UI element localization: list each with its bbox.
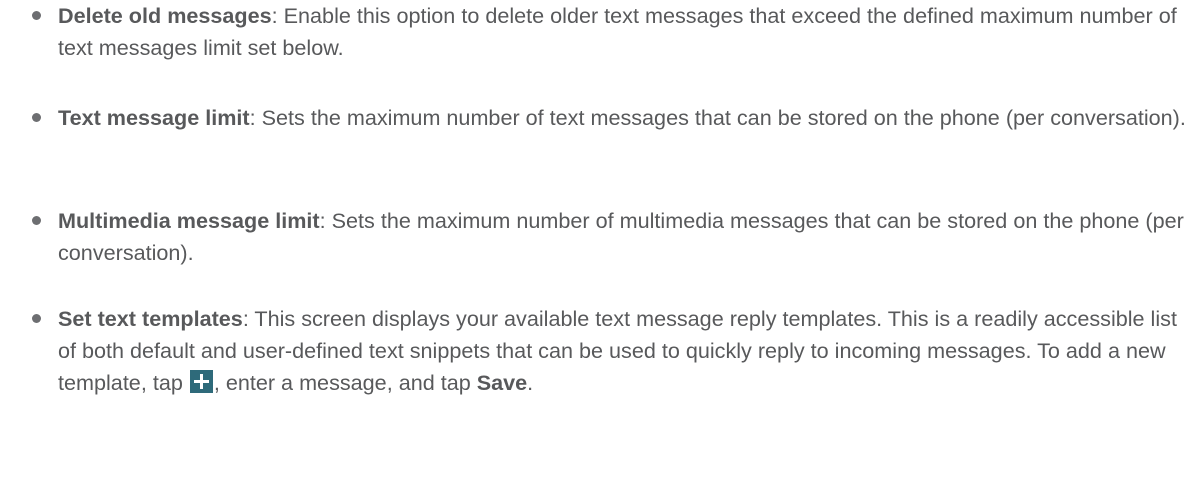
list-item-text: Text message limit: Sets the maximum num… [58,102,1198,134]
list-item-text: Delete old messages: Enable this option … [58,0,1198,64]
bullet-icon [32,113,41,122]
term-delete-old-messages: Delete old messages [58,3,272,28]
term-multimedia-message-limit: Multimedia message limit [58,208,320,233]
description-text-message-limit: : Sets the maximum number of text messag… [249,105,1186,130]
list-item-text: Set text templates: This screen displays… [58,303,1198,399]
document-page: Delete old messages: Enable this option … [0,0,1202,491]
description-set-text-templates-part2: , enter a message, and tap [213,370,477,395]
term-set-text-templates: Set text templates [58,306,243,331]
sentence-end: . [527,370,534,395]
list-item-text: Multimedia message limit: Sets the maxim… [58,205,1198,269]
bullet-icon [32,11,41,20]
save-label: Save [476,370,528,395]
bullet-icon [32,216,41,225]
add-icon [189,370,213,393]
term-text-message-limit: Text message limit [58,105,250,130]
bullet-icon [32,314,41,323]
